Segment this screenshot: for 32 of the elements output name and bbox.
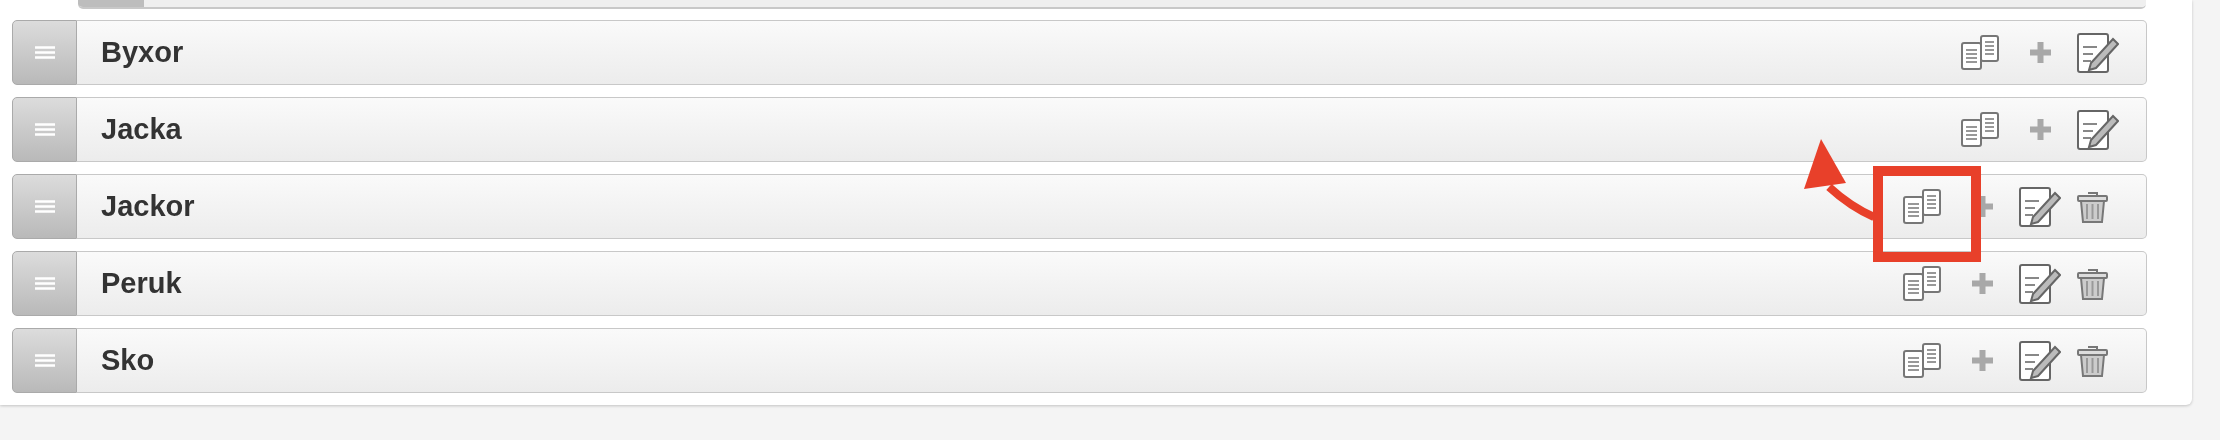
row-title: Jackor <box>101 189 196 225</box>
copy-icon[interactable] <box>1903 266 1941 301</box>
drag-handle[interactable] <box>12 328 77 393</box>
trash-icon[interactable] <box>2077 344 2108 377</box>
drag-handle[interactable] <box>12 97 77 162</box>
edit-icon[interactable] <box>2019 186 2061 227</box>
drag-handle[interactable] <box>12 20 77 85</box>
copy-icon[interactable] <box>1961 112 1999 147</box>
edit-icon[interactable] <box>2019 340 2061 381</box>
trash-icon[interactable] <box>2077 190 2108 223</box>
plus-icon[interactable] <box>1970 348 1995 373</box>
menu-icon <box>34 354 55 367</box>
row-title: Peruk <box>101 266 183 302</box>
copy-icon[interactable] <box>1903 343 1941 378</box>
edit-icon[interactable] <box>2019 263 2061 304</box>
plus-icon[interactable] <box>2028 117 2053 142</box>
menu-icon <box>34 200 55 213</box>
menu-icon <box>34 277 55 290</box>
plus-icon[interactable] <box>1970 271 1995 296</box>
trash-icon[interactable] <box>2077 267 2108 300</box>
menu-icon <box>34 46 55 59</box>
row-title: Sko <box>101 343 156 379</box>
row-title: Byxor <box>101 35 185 71</box>
row-title: Jacka <box>101 112 183 148</box>
edit-icon[interactable] <box>2077 109 2119 150</box>
copy-icon[interactable] <box>1961 35 1999 70</box>
menu-icon <box>34 123 55 136</box>
plus-icon[interactable] <box>2028 40 2053 65</box>
copy-icon[interactable] <box>1903 189 1941 224</box>
edit-icon[interactable] <box>2077 32 2119 73</box>
drag-handle[interactable] <box>12 251 77 316</box>
drag-handle[interactable] <box>12 174 77 239</box>
